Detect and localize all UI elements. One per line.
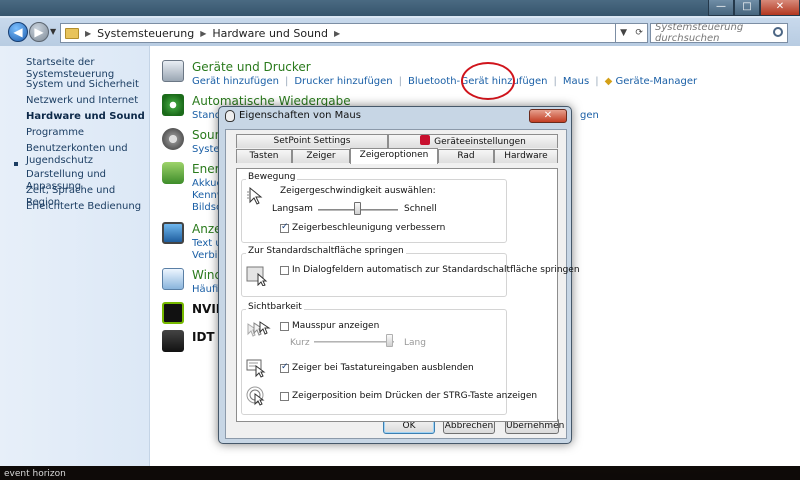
snap-to-icon	[246, 266, 268, 287]
speed-slider-thumb[interactable]	[354, 202, 361, 215]
hide-pointer-icon	[246, 358, 266, 378]
category-title[interactable]: Geräte und Drucker	[192, 60, 311, 74]
speaker-icon	[162, 128, 184, 150]
logitech-icon	[420, 135, 431, 145]
sidebar-item-network[interactable]: Netzwerk und Internet	[26, 95, 138, 107]
monitor-icon	[162, 222, 184, 244]
search-icon	[773, 27, 783, 37]
tab-zeiger[interactable]: Zeiger	[292, 149, 350, 163]
accel-checkbox[interactable]	[280, 222, 289, 233]
address-actions: ▼ ⟳	[616, 23, 648, 43]
chevron-right-icon: ▶	[334, 28, 341, 38]
link-mouse[interactable]: Maus	[563, 76, 589, 87]
group-label: Sichtbarkeit	[246, 302, 304, 312]
trail-label: Mausspur anzeigen	[292, 321, 380, 331]
group-label: Bewegung	[246, 172, 298, 182]
sidebar-item-programs[interactable]: Programme	[26, 127, 84, 139]
mouse-properties-dialog: Eigenschaften von Maus ✕ SetPoint Settin…	[218, 106, 580, 444]
pointer-options-panel: Bewegung Zeigergeschwindigkeit auswählen…	[236, 168, 580, 422]
dialog-title: Eigenschaften von Maus	[239, 110, 361, 121]
hide-pointer-checkbox[interactable]	[280, 362, 289, 373]
link-add-device[interactable]: Gerät hinzufügen	[192, 76, 279, 87]
tab-zeigeroptionen[interactable]: Zeigeroptionen	[350, 148, 438, 164]
sidebar-item-hardware[interactable]: Hardware und Sound	[26, 111, 145, 123]
active-bullet-icon	[14, 162, 18, 166]
address-row: ◀ ▶ ▼ ▶ Systemsteuerung ▶ Hardware und S…	[0, 18, 800, 46]
trail-slider-track[interactable]	[314, 341, 394, 343]
address-bar[interactable]: ▶ Systemsteuerung ▶ Hardware und Sound ▶	[60, 23, 616, 43]
group-label: Zur Standardschaltfläche springen	[246, 246, 406, 256]
visibility-group: Sichtbarkeit Mausspur anzeigen Kurz Lang…	[241, 302, 537, 415]
desktop-label: event horizon	[4, 469, 66, 479]
hide-pointer-label: Zeiger bei Tastatureingaben ausblenden	[292, 363, 474, 373]
long-label: Lang	[404, 338, 426, 348]
maximize-button[interactable]: □	[734, 0, 760, 16]
highlight-ellipse-mouse-link	[461, 62, 515, 100]
sidebar-item-accounts-2[interactable]: Jugendschutz	[26, 155, 93, 167]
pointer-trail-icon	[246, 320, 272, 340]
link-add-printer[interactable]: Drucker hinzufügen	[294, 76, 392, 87]
autoplay-icon	[162, 94, 184, 116]
dialog-body: SetPoint Settings Geräteeinstellungen Ta…	[225, 129, 580, 439]
back-button[interactable]: ◀	[8, 22, 28, 42]
snap-label: In Dialogfeldern automatisch zur Standar…	[292, 265, 580, 275]
chevron-right-icon: ▶	[200, 28, 207, 38]
tab-geraeteeinstellungen[interactable]: Geräteeinstellungen	[388, 134, 558, 148]
audio-icon	[162, 330, 184, 352]
snap-checkbox[interactable]	[280, 266, 289, 275]
battery-icon	[162, 162, 184, 184]
search-placeholder: Systemsteuerung durchsuchen	[655, 22, 744, 44]
dialog-titlebar[interactable]: Eigenschaften von Maus ✕	[219, 107, 571, 125]
folder-icon	[65, 27, 79, 39]
forward-button[interactable]: ▶	[29, 22, 49, 42]
address-dropdown-icon[interactable]: ▼	[620, 28, 627, 38]
short-label: Kurz	[290, 338, 310, 348]
shield-icon: ◆	[604, 76, 613, 87]
tab-setpoint-settings[interactable]: SetPoint Settings	[236, 134, 388, 148]
tab-hardware[interactable]: Hardware	[494, 149, 558, 163]
ctrl-locate-checkbox[interactable]	[280, 392, 289, 401]
nvidia-icon	[162, 302, 184, 324]
mobility-icon	[162, 268, 184, 290]
printer-icon	[162, 60, 184, 82]
accel-label: Zeigerbeschleunigung verbessern	[292, 223, 446, 233]
minimize-button[interactable]: —	[708, 0, 734, 16]
snap-group: Zur Standardschaltfläche springen In Dia…	[241, 246, 580, 297]
close-button[interactable]: ✕	[760, 0, 800, 16]
tab-label: Geräteeinstellungen	[434, 137, 526, 147]
sidebar-item-home[interactable]: Startseite der Systemsteuerung	[26, 57, 149, 81]
ctrl-locate-label: Zeigerposition beim Drücken der STRG-Tas…	[292, 391, 538, 401]
sidebar-item-accounts[interactable]: Benutzerkonten und	[26, 143, 128, 155]
history-dropdown-icon[interactable]: ▼	[50, 27, 56, 36]
link-device-manager[interactable]: Geräte-Manager	[615, 76, 697, 87]
dialog-close-button[interactable]: ✕	[529, 109, 567, 123]
sidebar-item-system[interactable]: System und Sicherheit	[26, 79, 139, 91]
ctrl-locate-icon	[246, 386, 266, 406]
window-titlebar: — □ ✕	[0, 0, 800, 16]
chevron-right-icon: ▶	[85, 28, 92, 38]
mouse-icon	[225, 110, 235, 122]
tab-tasten[interactable]: Tasten	[236, 149, 292, 163]
trail-checkbox[interactable]	[280, 322, 289, 331]
trail-slider-thumb[interactable]	[386, 334, 393, 347]
movement-group: Bewegung Zeigergeschwindigkeit auswählen…	[241, 172, 507, 243]
autoplay-link-right[interactable]: gen	[580, 110, 599, 121]
refresh-icon[interactable]: ⟳	[635, 28, 643, 38]
pointer-speed-icon	[246, 186, 266, 206]
sidebar: Startseite der Systemsteuerung System un…	[0, 46, 150, 466]
tab-rad[interactable]: Rad	[438, 149, 494, 163]
speed-label: Zeigergeschwindigkeit auswählen:	[280, 186, 436, 196]
fast-label: Schnell	[404, 204, 437, 214]
breadcrumb-hardware-sound[interactable]: Hardware und Sound	[212, 27, 328, 40]
breadcrumb-systemsteuerung[interactable]: Systemsteuerung	[97, 27, 194, 40]
search-input[interactable]: Systemsteuerung durchsuchen	[650, 22, 788, 44]
sidebar-item-accessibility[interactable]: Erleichterte Bedienung	[26, 201, 141, 213]
slow-label: Langsam	[272, 204, 313, 214]
